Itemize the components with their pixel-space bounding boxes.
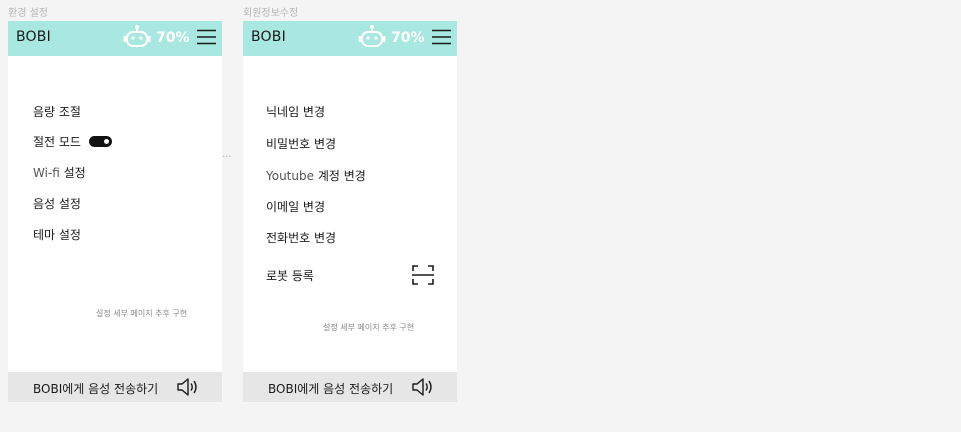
menu-item-voice[interactable]: 음성 설정	[33, 197, 81, 211]
youtube-label-prefix: Youtube	[266, 169, 314, 183]
youtube-label-suffix: 계정 변경	[314, 169, 366, 183]
brand-title: BOBI	[251, 29, 286, 45]
battery-level: 70%	[391, 30, 425, 46]
robot-icon	[358, 24, 386, 54]
menu-item-register-robot[interactable]: 로봇 등록	[266, 269, 314, 283]
speaker-icon[interactable]	[177, 377, 201, 401]
menu-item-volume[interactable]: 음량 조절	[33, 105, 81, 119]
menu-item-theme[interactable]: 테마 설정	[33, 228, 81, 242]
speaker-icon[interactable]	[412, 377, 436, 401]
qr-scan-icon[interactable]	[412, 265, 434, 289]
menu-item-password[interactable]: 비밀번호 변경	[266, 137, 336, 151]
voice-send-bar[interactable]: BOBI에게 음성 전송하기	[8, 372, 222, 402]
app-header: BOBI 70%	[243, 21, 457, 56]
voice-send-bar[interactable]: BOBI에게 음성 전송하기	[243, 372, 457, 402]
hamburger-menu-icon[interactable]	[197, 29, 216, 49]
power-saving-toggle[interactable]	[89, 136, 112, 147]
todo-note: 설정 세부 페이지 추후 구현	[323, 323, 415, 332]
wifi-label-prefix: Wi-fi	[33, 166, 60, 180]
menu-item-power-saving[interactable]: 절전 모드	[33, 135, 81, 149]
settings-screen: BOBI 70% 음량 조절 절전 모드 Wi-fi 설정 음성 설정 테마 설…	[8, 21, 222, 402]
hamburger-menu-icon[interactable]	[432, 29, 451, 49]
account-edit-screen: BOBI 70% 닉네임 변경 비밀번호 변경 Youtube 계정 변경 이메…	[243, 21, 457, 402]
screen-caption-settings: 환경 설정	[8, 8, 48, 19]
menu-item-email[interactable]: 이메일 변경	[266, 200, 325, 214]
menu-item-nickname[interactable]: 닉네임 변경	[266, 105, 325, 119]
voice-send-label: BOBI에게 음성 전송하기	[268, 382, 394, 396]
more-indicator: ...	[222, 149, 232, 160]
app-header: BOBI 70%	[8, 21, 222, 56]
wifi-label-suffix: 설정	[59, 166, 86, 180]
menu-item-youtube[interactable]: Youtube 계정 변경	[266, 169, 366, 183]
robot-icon	[123, 24, 151, 54]
todo-note: 설정 세부 페이지 추후 구현	[96, 309, 188, 318]
menu-item-wifi[interactable]: Wi-fi 설정	[33, 166, 86, 180]
brand-title: BOBI	[16, 29, 51, 45]
menu-item-phone[interactable]: 전화번호 변경	[266, 231, 336, 245]
battery-level: 70%	[156, 30, 190, 46]
screen-caption-account: 회원정보수정	[243, 8, 299, 19]
voice-send-label: BOBI에게 음성 전송하기	[33, 382, 159, 396]
